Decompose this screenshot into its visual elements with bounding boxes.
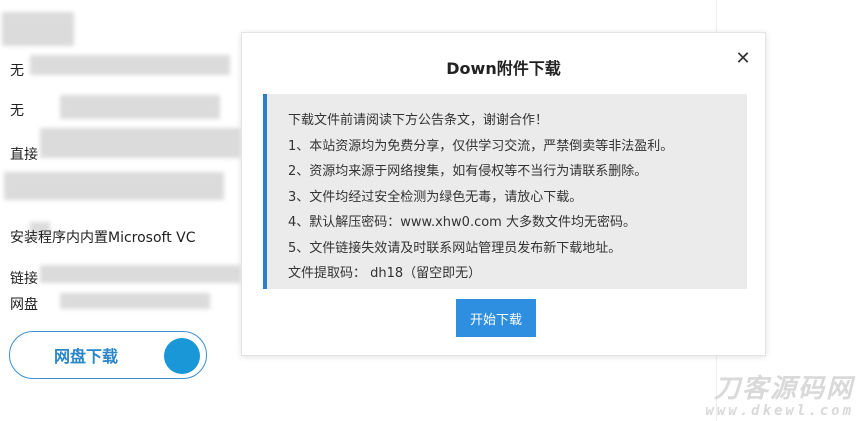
circle-icon (164, 338, 200, 374)
bg-text-line: 链接 (10, 271, 38, 287)
bg-text-line: 无 (10, 103, 24, 119)
blur-block (60, 95, 220, 119)
notice-line: 2、资源均来源于网络搜集，如有侵权等不当行为请联系删除。 (288, 164, 648, 179)
blur-block (2, 12, 74, 46)
watermark: 刀客源码网 www.dkewl.com (705, 375, 854, 419)
notice-line: 4、默认解压密码：www.xhw0.com 大多数文件均无密码。 (288, 215, 636, 230)
netdisk-download-button[interactable]: 网盘下载 (9, 331, 207, 379)
netdisk-download-label: 网盘下载 (54, 347, 119, 366)
blur-block (60, 293, 210, 309)
notice-line: 1、本站资源均为免费分享，仅供学习交流，严禁倒卖等非法盈利。 (288, 138, 674, 154)
bg-text-line: 直接 (10, 147, 38, 163)
notice-line: 3、文件均经过安全检测为绿色无毒，请放心下载。 (288, 189, 583, 205)
blur-block (40, 265, 240, 283)
extraction-code: 文件提取码： dh18（留空即无） (288, 266, 482, 281)
bg-text-line: 网盘 (10, 297, 38, 313)
blur-block (30, 55, 230, 75)
bg-text-line: 无 (10, 63, 24, 79)
notice-line: 下载文件前请阅读下方公告条文，谢谢合作！ (288, 113, 549, 128)
watermark-cn: 刀客源码网 (713, 374, 854, 404)
bg-text-line: 安装程序内内置Microsoft VC (10, 230, 196, 246)
download-modal: Down附件下载 ✕ 下载文件前请阅读下方公告条文，谢谢合作！ 1、本站资源均为… (241, 32, 766, 356)
notice-line: 5、文件链接失效请及时联系网站管理员发布新下载地址。 (288, 240, 622, 256)
watermark-url: www.dkewl.com (705, 403, 854, 419)
start-download-button[interactable]: 开始下载 (456, 299, 536, 337)
close-icon[interactable]: ✕ (735, 50, 751, 68)
notice-box: 下载文件前请阅读下方公告条文，谢谢合作！ 1、本站资源均为免费分享，仅供学习交流… (263, 94, 747, 289)
modal-title: Down附件下载 (446, 59, 561, 78)
blur-block (40, 128, 240, 158)
blur-block (4, 172, 224, 200)
